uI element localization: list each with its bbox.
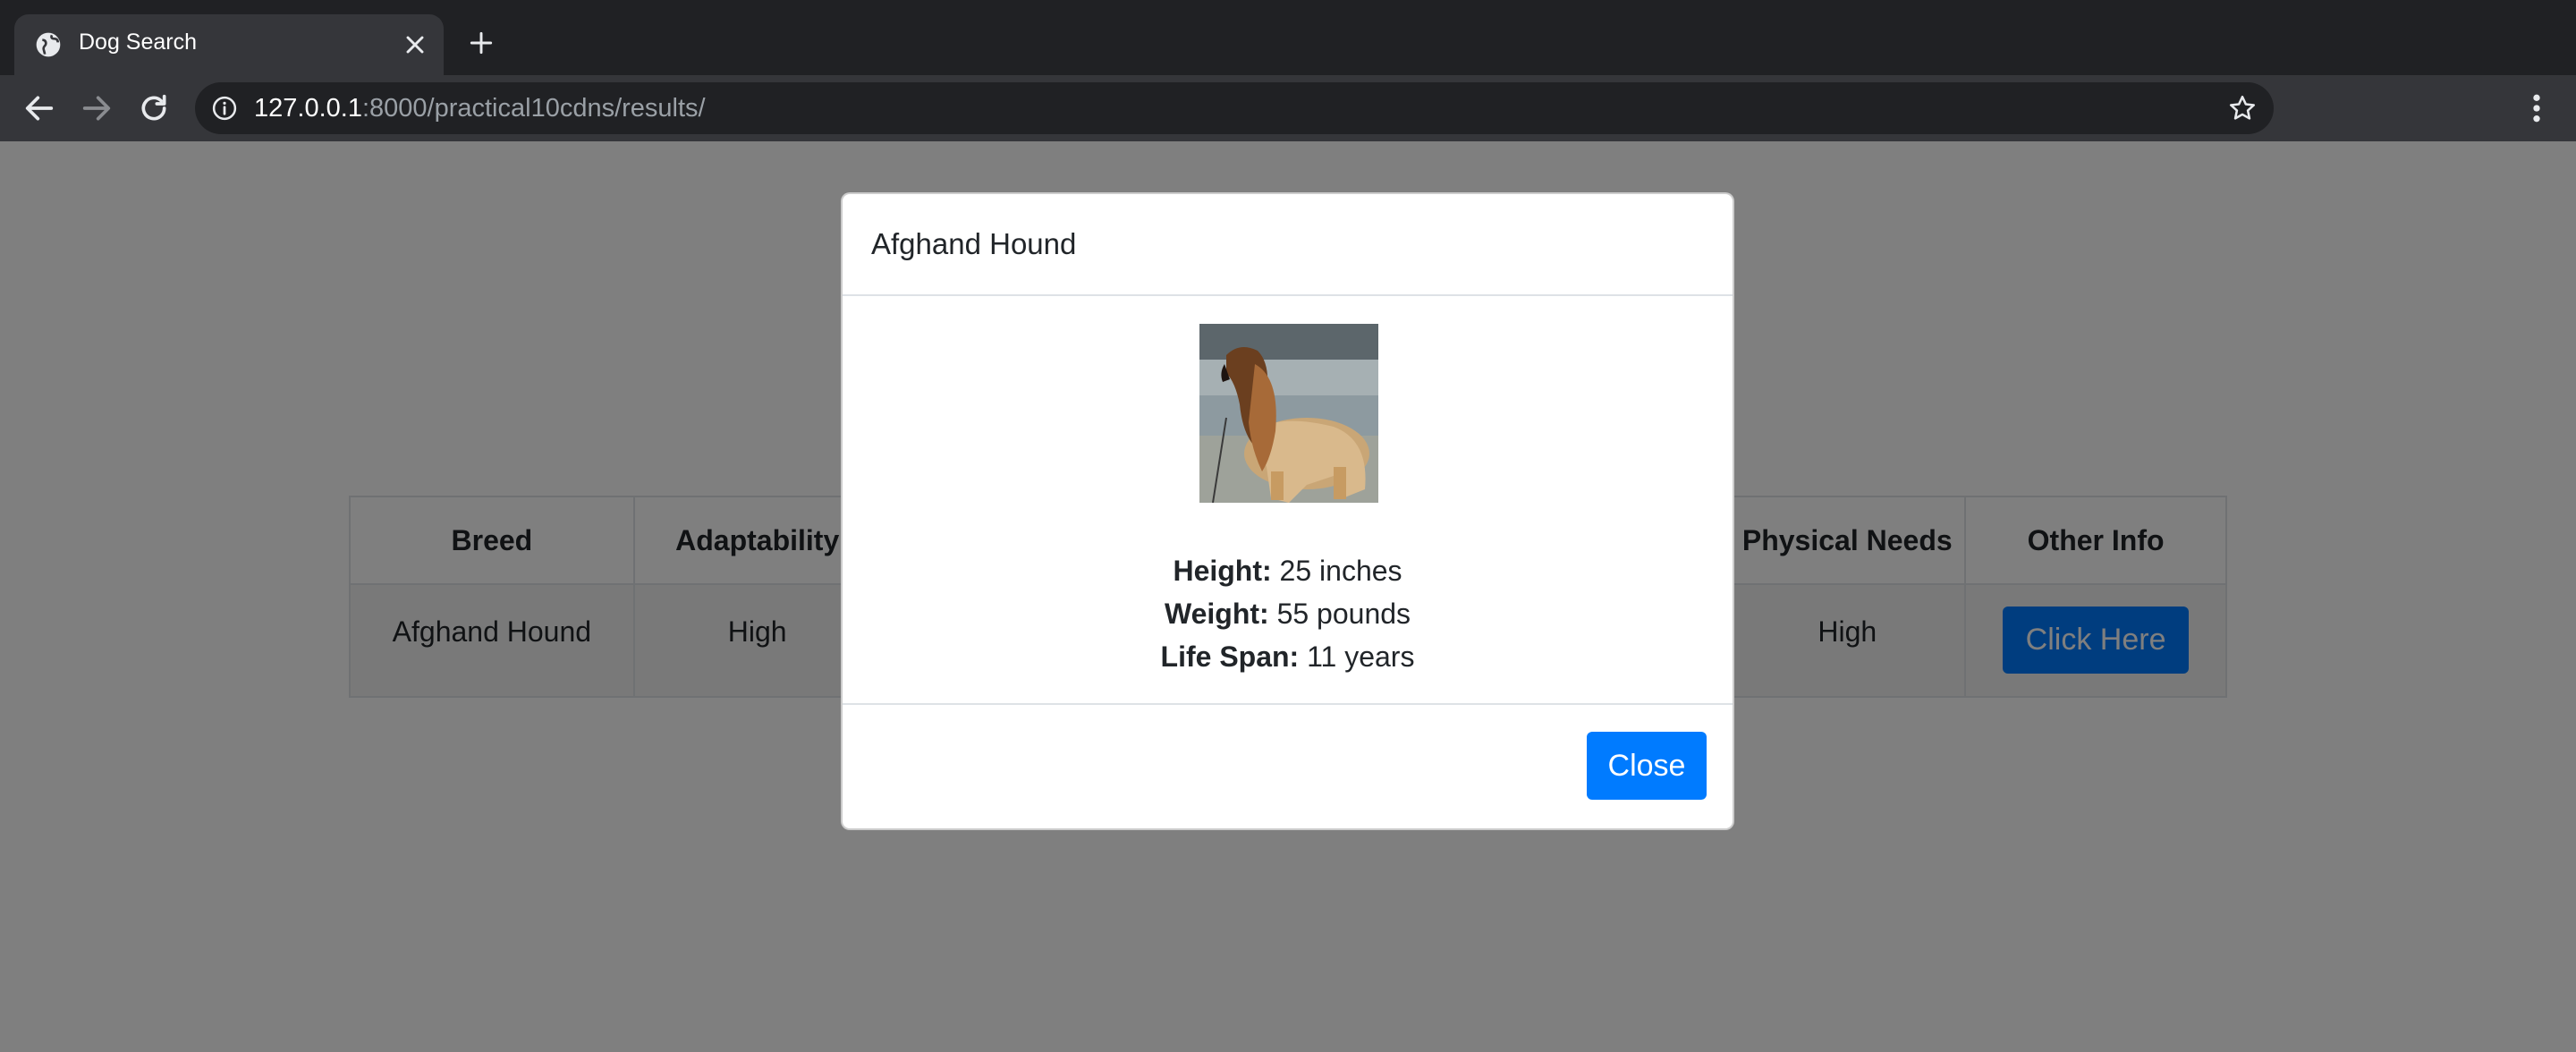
- browser-tab[interactable]: Dog Search: [14, 14, 444, 75]
- tab-strip: Dog Search: [0, 0, 2576, 75]
- modal-footer: Close: [843, 705, 1733, 830]
- close-icon[interactable]: [401, 30, 429, 59]
- modal-body: Height: 25 inches Weight: 55 pounds Life…: [843, 296, 1733, 705]
- modal-title: Afghand Hound: [871, 227, 1077, 260]
- modal-header: Afghand Hound: [843, 194, 1733, 296]
- height-label: Height:: [1173, 555, 1272, 587]
- breed-modal: Afghand Hound Height: 25 inches Weight: …: [841, 192, 1734, 830]
- height-value: 25 inches: [1271, 555, 1402, 587]
- star-icon[interactable]: [2227, 93, 2258, 123]
- lifespan-line: Life Span: 11 years: [843, 635, 1733, 678]
- browser-toolbar: 127.0.0.1:8000/practical10cdns/results/: [0, 75, 2576, 141]
- lifespan-value: 11 years: [1299, 641, 1415, 673]
- plus-icon[interactable]: [467, 29, 496, 57]
- weight-value: 55 pounds: [1268, 598, 1411, 630]
- weight-line: Weight: 55 pounds: [843, 592, 1733, 635]
- dog-photo: [1199, 324, 1378, 503]
- more-vert-icon[interactable]: [2524, 90, 2549, 126]
- breed-facts: Height: 25 inches Weight: 55 pounds Life…: [843, 549, 1733, 678]
- tab-title: Dog Search: [79, 30, 198, 55]
- height-line: Height: 25 inches: [843, 549, 1733, 592]
- url-path: :8000/practical10cdns/results/: [361, 94, 706, 123]
- url-text[interactable]: 127.0.0.1:8000/practical10cdns/results/: [254, 94, 706, 123]
- back-arrow-icon[interactable]: [21, 90, 57, 126]
- lifespan-label: Life Span:: [1160, 641, 1300, 673]
- reload-icon[interactable]: [136, 90, 172, 126]
- address-bar[interactable]: 127.0.0.1:8000/practical10cdns/results/: [195, 82, 2274, 134]
- globe-icon: [36, 32, 61, 57]
- close-button[interactable]: Close: [1587, 732, 1707, 800]
- info-icon[interactable]: [211, 95, 238, 122]
- url-host: 127.0.0.1: [254, 94, 362, 123]
- weight-label: Weight:: [1164, 598, 1269, 630]
- forward-arrow-icon[interactable]: [79, 90, 114, 126]
